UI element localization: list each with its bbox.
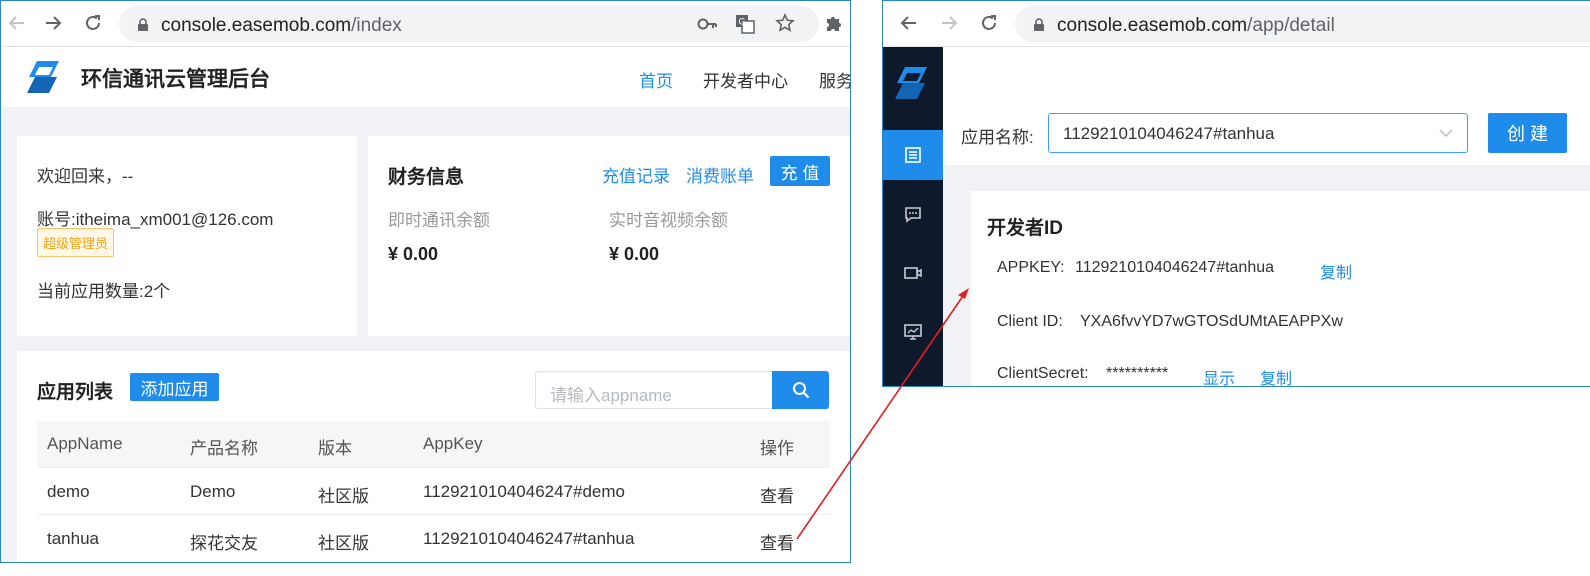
add-app-button[interactable]: 添加应用 — [130, 373, 219, 401]
show-secret-link[interactable]: 显示 — [1203, 365, 1235, 386]
chat-icon — [905, 207, 921, 223]
row-demo-appkey: 1129210104046247#demo — [423, 482, 625, 501]
im-balance-label: 即时通讯余额 — [388, 211, 490, 230]
appkey-value: 1129210104046247#tanhua — [1075, 259, 1275, 276]
key-icon[interactable] — [697, 15, 717, 38]
left-browser-window: console.easemob.com/index G 环信通讯云管理后台 首页… — [0, 0, 851, 563]
app-count-text: 当前应用数量:2个 — [37, 282, 171, 301]
browser-toolbar: console.easemob.com/app/detail — [883, 1, 1590, 47]
search-button[interactable] — [772, 371, 829, 409]
developer-id-card: 开发者ID APPKEY: 1129210104046247#tanhua 复制… — [971, 191, 1590, 386]
appkey-label: APPKEY: — [997, 259, 1065, 276]
role-badge: 超级管理员 — [37, 228, 115, 257]
recharge-button[interactable]: 充 值 — [770, 156, 830, 186]
consumption-bill-link[interactable]: 消费账单 — [686, 162, 754, 187]
app-name-label: 应用名称: — [961, 128, 1034, 147]
svg-text:G: G — [739, 17, 746, 27]
address-bar[interactable]: console.easemob.com/app/detail — [1015, 6, 1590, 42]
row-tanhua-product: 探花交友 — [190, 534, 258, 553]
row-tanhua-appname: tanhua — [47, 529, 99, 548]
forward-icon[interactable] — [41, 11, 65, 35]
presentation-chart-icon — [904, 324, 922, 340]
browser-toolbar: console.easemob.com/index G — [1, 1, 850, 47]
search-icon — [792, 382, 809, 399]
welcome-card: 欢迎回来，-- 账号:itheima_xm001@126.com 超级管理员 当… — [17, 136, 357, 336]
back-icon[interactable] — [897, 11, 921, 35]
sidebar — [883, 47, 943, 386]
row-tanhua-version: 社区版 — [318, 534, 369, 553]
row-divider — [37, 514, 830, 515]
copy-appkey-link[interactable]: 复制 — [1320, 259, 1352, 283]
nav-home[interactable]: 首页 — [639, 67, 673, 92]
finance-card: 财务信息 充值记录 消费账单 充 值 即时通讯余额 ¥ 0.00 实时音视频余额… — [368, 136, 850, 336]
rtc-balance-label: 实时音视频余额 — [609, 211, 728, 230]
sidebar-item-monitor[interactable] — [883, 307, 943, 357]
back-icon[interactable] — [5, 11, 29, 35]
client-id-label: Client ID: — [997, 313, 1063, 330]
row-divider — [37, 467, 830, 468]
finance-title: 财务信息 — [388, 167, 465, 188]
easemob-logo-icon[interactable] — [25, 59, 65, 100]
easemob-logo-icon[interactable] — [893, 65, 933, 106]
address-bar[interactable]: console.easemob.com/index G — [119, 6, 819, 42]
nav-developer-center[interactable]: 开发者中心 — [703, 67, 788, 92]
account-text: 账号:itheima_xm001@126.com — [37, 210, 274, 229]
row-demo-version: 社区版 — [318, 487, 369, 506]
greeting-text: 欢迎回来，-- — [37, 167, 134, 186]
sidebar-item-messaging[interactable] — [883, 189, 943, 239]
developer-id-title: 开发者ID — [987, 218, 1064, 239]
client-secret-label: ClientSecret: — [997, 365, 1089, 382]
translate-icon[interactable]: G — [735, 14, 755, 39]
forward-icon[interactable] — [937, 11, 961, 35]
right-browser-window: console.easemob.com/app/detail 应用名称: 112… — [882, 0, 1590, 387]
bookmark-star-icon[interactable] — [775, 13, 795, 38]
row-demo-product: Demo — [190, 482, 236, 501]
lock-icon — [138, 18, 148, 31]
im-balance-value: ¥ 0.00 — [388, 244, 439, 264]
app-list-card: 应用列表 添加应用 请输入appname AppName 产品名称 版本 App… — [17, 351, 850, 562]
col-appname: AppName — [47, 434, 123, 453]
sidebar-item-video[interactable] — [883, 248, 943, 298]
col-version: 版本 — [318, 439, 352, 458]
url-text: console.easemob.com/index — [161, 15, 402, 36]
recharge-record-link[interactable]: 充值记录 — [602, 162, 670, 187]
col-action: 操作 — [760, 439, 794, 458]
rtc-balance-value: ¥ 0.00 — [609, 244, 660, 264]
video-icon — [904, 267, 922, 279]
sidebar-item-app-list[interactable] — [883, 130, 943, 180]
app-name-select[interactable]: 1129210104046247#tanhua — [1048, 113, 1468, 153]
row-demo-appname: demo — [47, 482, 90, 501]
console-title: 环信通讯云管理后台 — [81, 68, 270, 91]
reload-icon[interactable] — [81, 11, 105, 35]
app-header: 环信通讯云管理后台 首页 开发者中心 服务 — [1, 47, 850, 107]
client-secret-value: ********** — [1106, 365, 1169, 382]
extension-puzzle-icon[interactable] — [823, 13, 845, 40]
app-name-select-value: 1129210104046247#tanhua — [1063, 124, 1275, 143]
app-list-title: 应用列表 — [37, 382, 114, 403]
nav-services[interactable]: 服务 — [819, 67, 850, 92]
appname-search-input[interactable]: 请输入appname — [535, 371, 773, 409]
app-select-bar: 应用名称: 1129210104046247#tanhua 创 建 — [943, 105, 1590, 165]
url-text: console.easemob.com/app/detail — [1057, 15, 1335, 36]
reload-icon[interactable] — [977, 11, 1001, 35]
client-id-value: YXA6fvvYD7wGTOSdUMtAEAPPXw — [1080, 313, 1343, 330]
lock-icon — [1034, 18, 1044, 31]
copy-secret-link[interactable]: 复制 — [1260, 365, 1292, 386]
col-appkey: AppKey — [423, 434, 483, 453]
row-demo-view-link[interactable]: 查看 — [760, 482, 794, 507]
col-product: 产品名称 — [190, 439, 258, 458]
create-button[interactable]: 创 建 — [1488, 113, 1567, 153]
row-tanhua-view-link[interactable]: 查看 — [760, 529, 794, 554]
list-icon — [905, 147, 921, 163]
chevron-down-icon — [1439, 129, 1453, 138]
row-tanhua-appkey: 1129210104046247#tanhua — [423, 529, 635, 548]
